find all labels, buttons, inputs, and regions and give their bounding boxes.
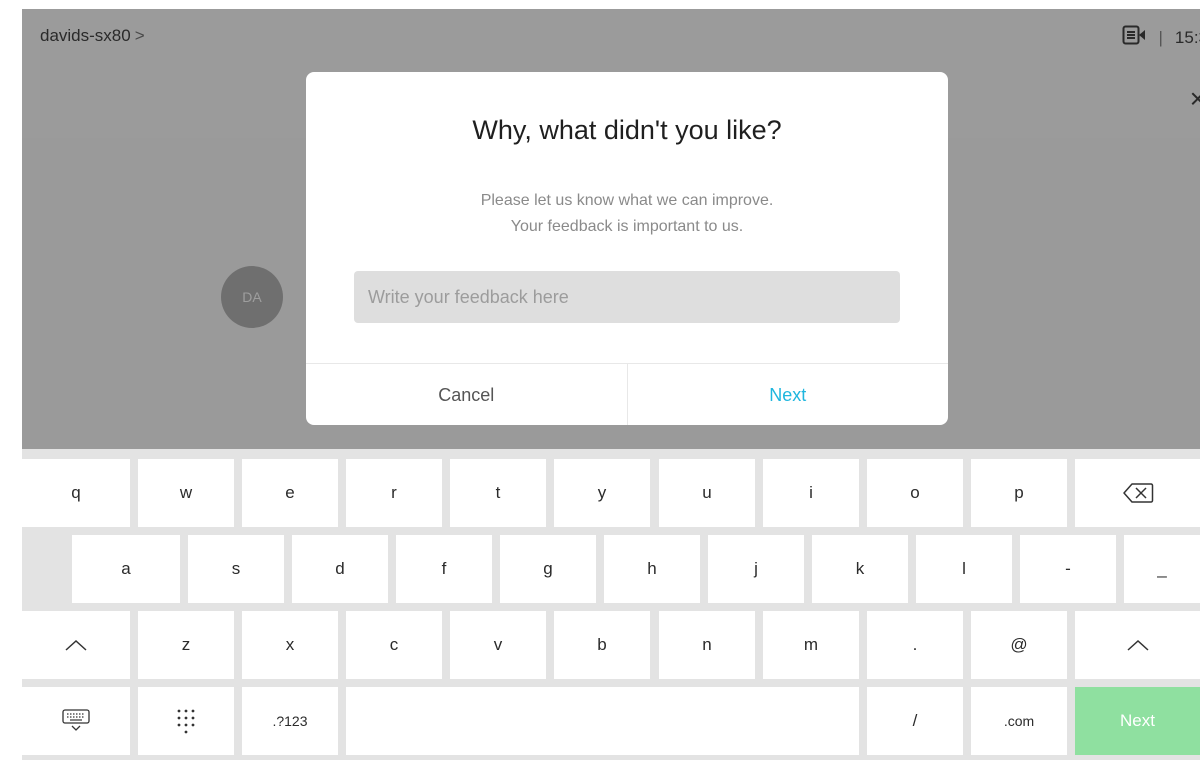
shift-key-left[interactable] — [22, 611, 130, 679]
key-s[interactable]: s — [188, 535, 284, 603]
dotcom-key[interactable]: .com — [971, 687, 1067, 755]
key-slash[interactable]: / — [867, 687, 963, 755]
space-key[interactable] — [346, 687, 859, 755]
close-icon[interactable]: × — [1190, 83, 1200, 115]
key-i[interactable]: i — [763, 459, 859, 527]
key-e[interactable]: e — [242, 459, 338, 527]
key-g[interactable]: g — [500, 535, 596, 603]
next-button[interactable]: Next — [628, 364, 949, 425]
chevron-right-icon: > — [134, 26, 145, 45]
key-n[interactable]: n — [659, 611, 755, 679]
device-name-label: davids-sx80 — [40, 26, 131, 45]
status-bar: davids-sx80> | 15:3 — [22, 9, 1200, 65]
avatar: DA — [221, 266, 283, 328]
hide-keyboard-key[interactable] — [22, 687, 130, 755]
key-j[interactable]: j — [708, 535, 804, 603]
key-hyphen[interactable]: - — [1020, 535, 1116, 603]
key-k[interactable]: k — [812, 535, 908, 603]
keyboard-next-key[interactable]: Next — [1075, 687, 1200, 755]
key-u[interactable]: u — [659, 459, 755, 527]
key-d[interactable]: d — [292, 535, 388, 603]
backspace-key[interactable] — [1075, 459, 1200, 527]
key-q[interactable]: q — [22, 459, 130, 527]
clock: 15:3 — [1174, 27, 1200, 47]
symbols-key[interactable]: .?123 — [242, 687, 338, 755]
screen: davids-sx80> | 15:3 × DA Why, what didn'… — [22, 9, 1200, 760]
dialog-message-line-1: Please let us know what we can improve. — [480, 192, 774, 209]
key-t[interactable]: t — [450, 459, 546, 527]
key-o[interactable]: o — [867, 459, 963, 527]
dialpad-icon — [176, 708, 196, 734]
shift-key-right[interactable] — [1075, 611, 1200, 679]
status-separator: | — [1158, 27, 1163, 47]
dialog-buttons: Cancel Next — [306, 363, 948, 425]
key-b[interactable]: b — [554, 611, 650, 679]
shift-icon — [64, 638, 88, 652]
key-v[interactable]: v — [450, 611, 546, 679]
key-f[interactable]: f — [396, 535, 492, 603]
dialog-message-line-2: Your feedback is important to us. — [510, 218, 744, 235]
key-l[interactable]: l — [916, 535, 1012, 603]
key-z[interactable]: z — [138, 611, 234, 679]
dialog-message: Please let us know what we can improve. … — [306, 188, 948, 240]
device-name-button[interactable]: davids-sx80 > — [40, 26, 145, 46]
cancel-button[interactable]: Cancel — [306, 364, 628, 425]
key-w[interactable]: w — [138, 459, 234, 527]
key-m[interactable]: m — [763, 611, 859, 679]
dialpad-key[interactable] — [138, 687, 234, 755]
key-c[interactable]: c — [346, 611, 442, 679]
key-period[interactable]: . — [867, 611, 963, 679]
on-screen-keyboard: q w e r t y u i o p a s d f g h j k l - — [22, 449, 1200, 760]
dialog-title: Why, what didn't you like? — [472, 115, 782, 145]
key-h[interactable]: h — [604, 535, 700, 603]
key-x[interactable]: x — [242, 611, 338, 679]
key-p[interactable]: p — [971, 459, 1067, 527]
key-at[interactable]: @ — [971, 611, 1067, 679]
backspace-icon — [1122, 482, 1154, 504]
key-r[interactable]: r — [346, 459, 442, 527]
shift-icon — [1126, 638, 1150, 652]
feedback-dialog: Why, what didn't you like? Please let us… — [306, 72, 948, 425]
camera-toggle-icon[interactable] — [1122, 25, 1146, 50]
key-y[interactable]: y — [554, 459, 650, 527]
status-right: | 15:3 — [1122, 25, 1200, 50]
key-a[interactable]: a — [72, 535, 180, 603]
feedback-input[interactable] — [354, 271, 900, 323]
key-underscore[interactable]: _ — [1124, 535, 1200, 603]
hide-keyboard-icon — [61, 709, 91, 733]
